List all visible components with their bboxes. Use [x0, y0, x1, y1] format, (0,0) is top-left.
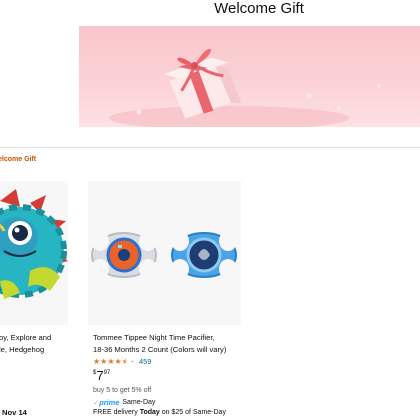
hedgehog-toy-image: [0, 189, 68, 299]
prime-badge-row: ✓prime Same-Day: [93, 398, 155, 407]
star-full-icon: ★: [93, 357, 101, 366]
product-title[interactable]: Tommee Tippee Night Time Pacifier,: [93, 332, 215, 343]
price-fraction: 97: [103, 370, 111, 376]
star-full-icon: ★: [100, 357, 108, 366]
delivery-day: Today: [139, 409, 160, 416]
price: $ 7 97: [93, 369, 110, 383]
pacifier-image: [91, 231, 237, 279]
delivery-date: Nov 14: [2, 408, 27, 417]
section-divider: [0, 147, 420, 148]
price-whole: 7: [96, 368, 104, 383]
rating-count[interactable]: 459: [139, 357, 151, 366]
delivery-suffix: on $25 of Same-Day: [159, 409, 226, 416]
gift-box-illustration: [109, 48, 381, 127]
product-title[interactable]: 18-36 Months 2 Count (Colors will vary): [93, 344, 226, 355]
star-half-icon: ★: [121, 357, 129, 366]
delivery-prefix: FREE delivery: [93, 409, 140, 416]
chevron-down-icon: ⌄: [129, 358, 135, 364]
product-image[interactable]: [0, 181, 68, 325]
same-day-label: Same-Day: [122, 399, 156, 406]
product-title[interactable]: le, Hedgehog: [0, 344, 44, 355]
delivery-info: FREE delivery Today on $25 of Same-Day: [93, 407, 226, 418]
star-rating[interactable]: ★ ★ ★ ★ ★ ⌄: [93, 357, 135, 366]
star-full-icon: ★: [107, 357, 115, 366]
prime-logo: ✓prime: [93, 398, 120, 407]
product-title[interactable]: oy, Explore and: [0, 332, 51, 343]
welcome-gift-banner[interactable]: [79, 26, 420, 127]
product-image[interactable]: [88, 181, 241, 325]
page-title: Welcome Gift: [214, 0, 304, 17]
breadcrumb[interactable]: elcome Gift: [0, 155, 36, 164]
star-full-icon: ★: [114, 357, 122, 366]
promo-text: buy 5 to get 5% off: [93, 387, 152, 394]
